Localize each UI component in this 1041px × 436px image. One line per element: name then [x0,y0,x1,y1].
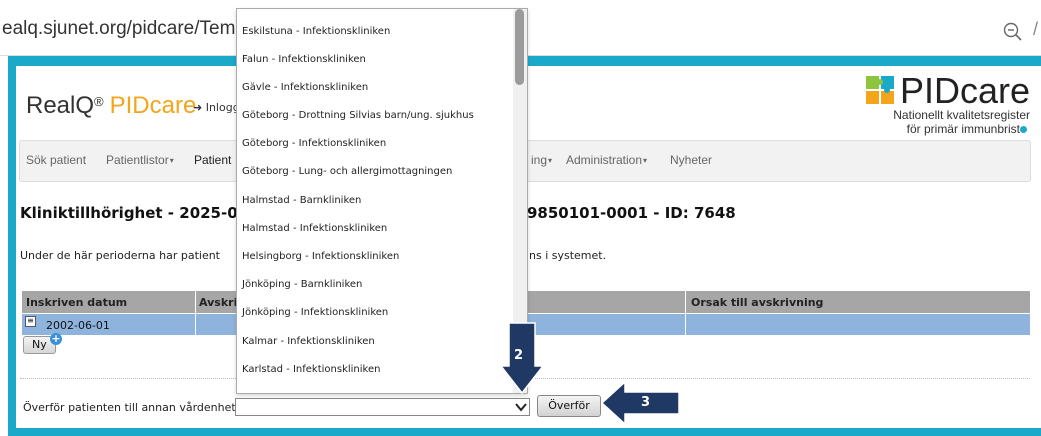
nav-item-sok-patient[interactable]: Sök patient [26,153,86,167]
dropdown-option[interactable]: Gävle - Infektionskliniken [242,82,368,93]
screenshot-root: ealq.sjunet.org/pidcare/Template / RealQ… [0,0,1041,436]
logo-text: PIDcare [900,70,1031,111]
column-divider [195,314,196,335]
nav-item-patient[interactable]: Patient [194,153,231,167]
logo-dot [1020,126,1027,133]
dropdown-option[interactable]: Göteborg - Lung- och allergimottagningen [242,166,452,177]
dropdown-option[interactable]: Göteborg - Infektionskliniken [242,138,386,149]
col-inskriven-datum: Inskriven datum [26,296,128,309]
column-divider [685,314,686,335]
transfer-unit-select[interactable] [235,398,530,416]
nav-label: ing [531,153,548,167]
login-link[interactable]: ➜ Inlogg [193,101,240,114]
nav-item-nyheter[interactable]: Nyheter [670,153,712,167]
info-text-end: ns i systemet. [529,249,607,262]
new-button-label: Ny [32,338,47,351]
expand-icon[interactable]: ≡ [25,316,36,327]
col-orsak: Orsak till avskrivning [691,296,824,309]
puzzle-logo-icon [866,76,894,104]
dropdown-option[interactable]: Helsingborg - Infektionskliniken [242,251,399,262]
caret-down-icon: ▾ [169,156,174,166]
nav-item-patientlistor[interactable]: Patientlistor▾ [106,153,174,167]
scrollbar-thumb[interactable] [515,9,524,85]
dropdown-option[interactable]: Jönköping - Barnkliniken [242,279,362,290]
nav-label: Administration [566,153,643,167]
col-avskriven: Avskri [199,296,238,309]
page-frame-left [8,56,16,436]
dropdown-option[interactable]: Falun - Infektionskliniken [242,54,366,65]
nav-label: Nyheter [670,153,713,167]
brand-registered-mark: ® [94,94,104,109]
cell-inskriven-datum: 2002-06-01 [46,319,110,332]
column-divider [195,291,196,313]
caret-down-icon: ▾ [548,156,553,166]
column-divider [685,291,686,313]
info-text: Under de här perioderna har patient [20,249,220,262]
dropdown-option[interactable]: Karlstad - Infektionskliniken [242,364,380,375]
transfer-label: Överför patienten till annan vårdenhet: [23,401,240,414]
nav-label: Sök patient [26,153,87,167]
dropdown-option[interactable]: Göteborg - Drottning Silvias barn/ung. s… [242,110,474,121]
logo-tagline-1: Nationellt kvalitetsregister [893,108,1030,122]
page-frame-bottom [8,428,1041,436]
brand-pidcare: PIDcare [109,92,197,119]
dropdown-option[interactable]: Halmstad - Infektionskliniken [242,223,387,234]
logo-tagline-2: för primär immunbrist [906,122,1020,136]
transfer-button[interactable]: Överför [537,395,601,417]
brand-title[interactable]: RealQ® PIDcare [26,92,196,120]
brand-realq: RealQ [26,92,95,119]
toolbar-slash: / [1033,19,1039,39]
dropdown-option[interactable]: Kalmar - Infektionskliniken [242,336,375,347]
dropdown-option[interactable]: Eskilstuna - Infektionskliniken [242,26,390,37]
pidcare-logo: PIDcare Nationellt kvalitetsregister för… [862,70,1032,138]
annotation-step-2: 2 [514,348,524,363]
nav-label: Patient [194,153,232,167]
page-title-patient-id: 9850101-0001 - ID: 7648 [527,204,736,222]
vardenhet-dropdown-list[interactable]: Eskilstuna - Infektionskliniken Falun - … [236,8,528,394]
dropdown-option[interactable]: Jönköping - Infektionskliniken [242,307,388,318]
caret-down-icon: ▾ [643,156,648,166]
nav-label: Patientlistor [106,153,169,167]
annotation-step-3: 3 [641,395,651,410]
chevron-down-icon [515,403,527,412]
nav-item-administration[interactable]: Administration▾ [566,153,647,167]
zoom-out-icon[interactable] [1003,22,1023,42]
plus-icon[interactable]: + [50,333,62,345]
dropdown-option[interactable]: Halmstad - Barnkliniken [242,195,361,206]
page-title: Kliniktillhörighet - 2025-0 [20,204,238,222]
nav-item-ing[interactable]: ing▾ [531,153,552,167]
